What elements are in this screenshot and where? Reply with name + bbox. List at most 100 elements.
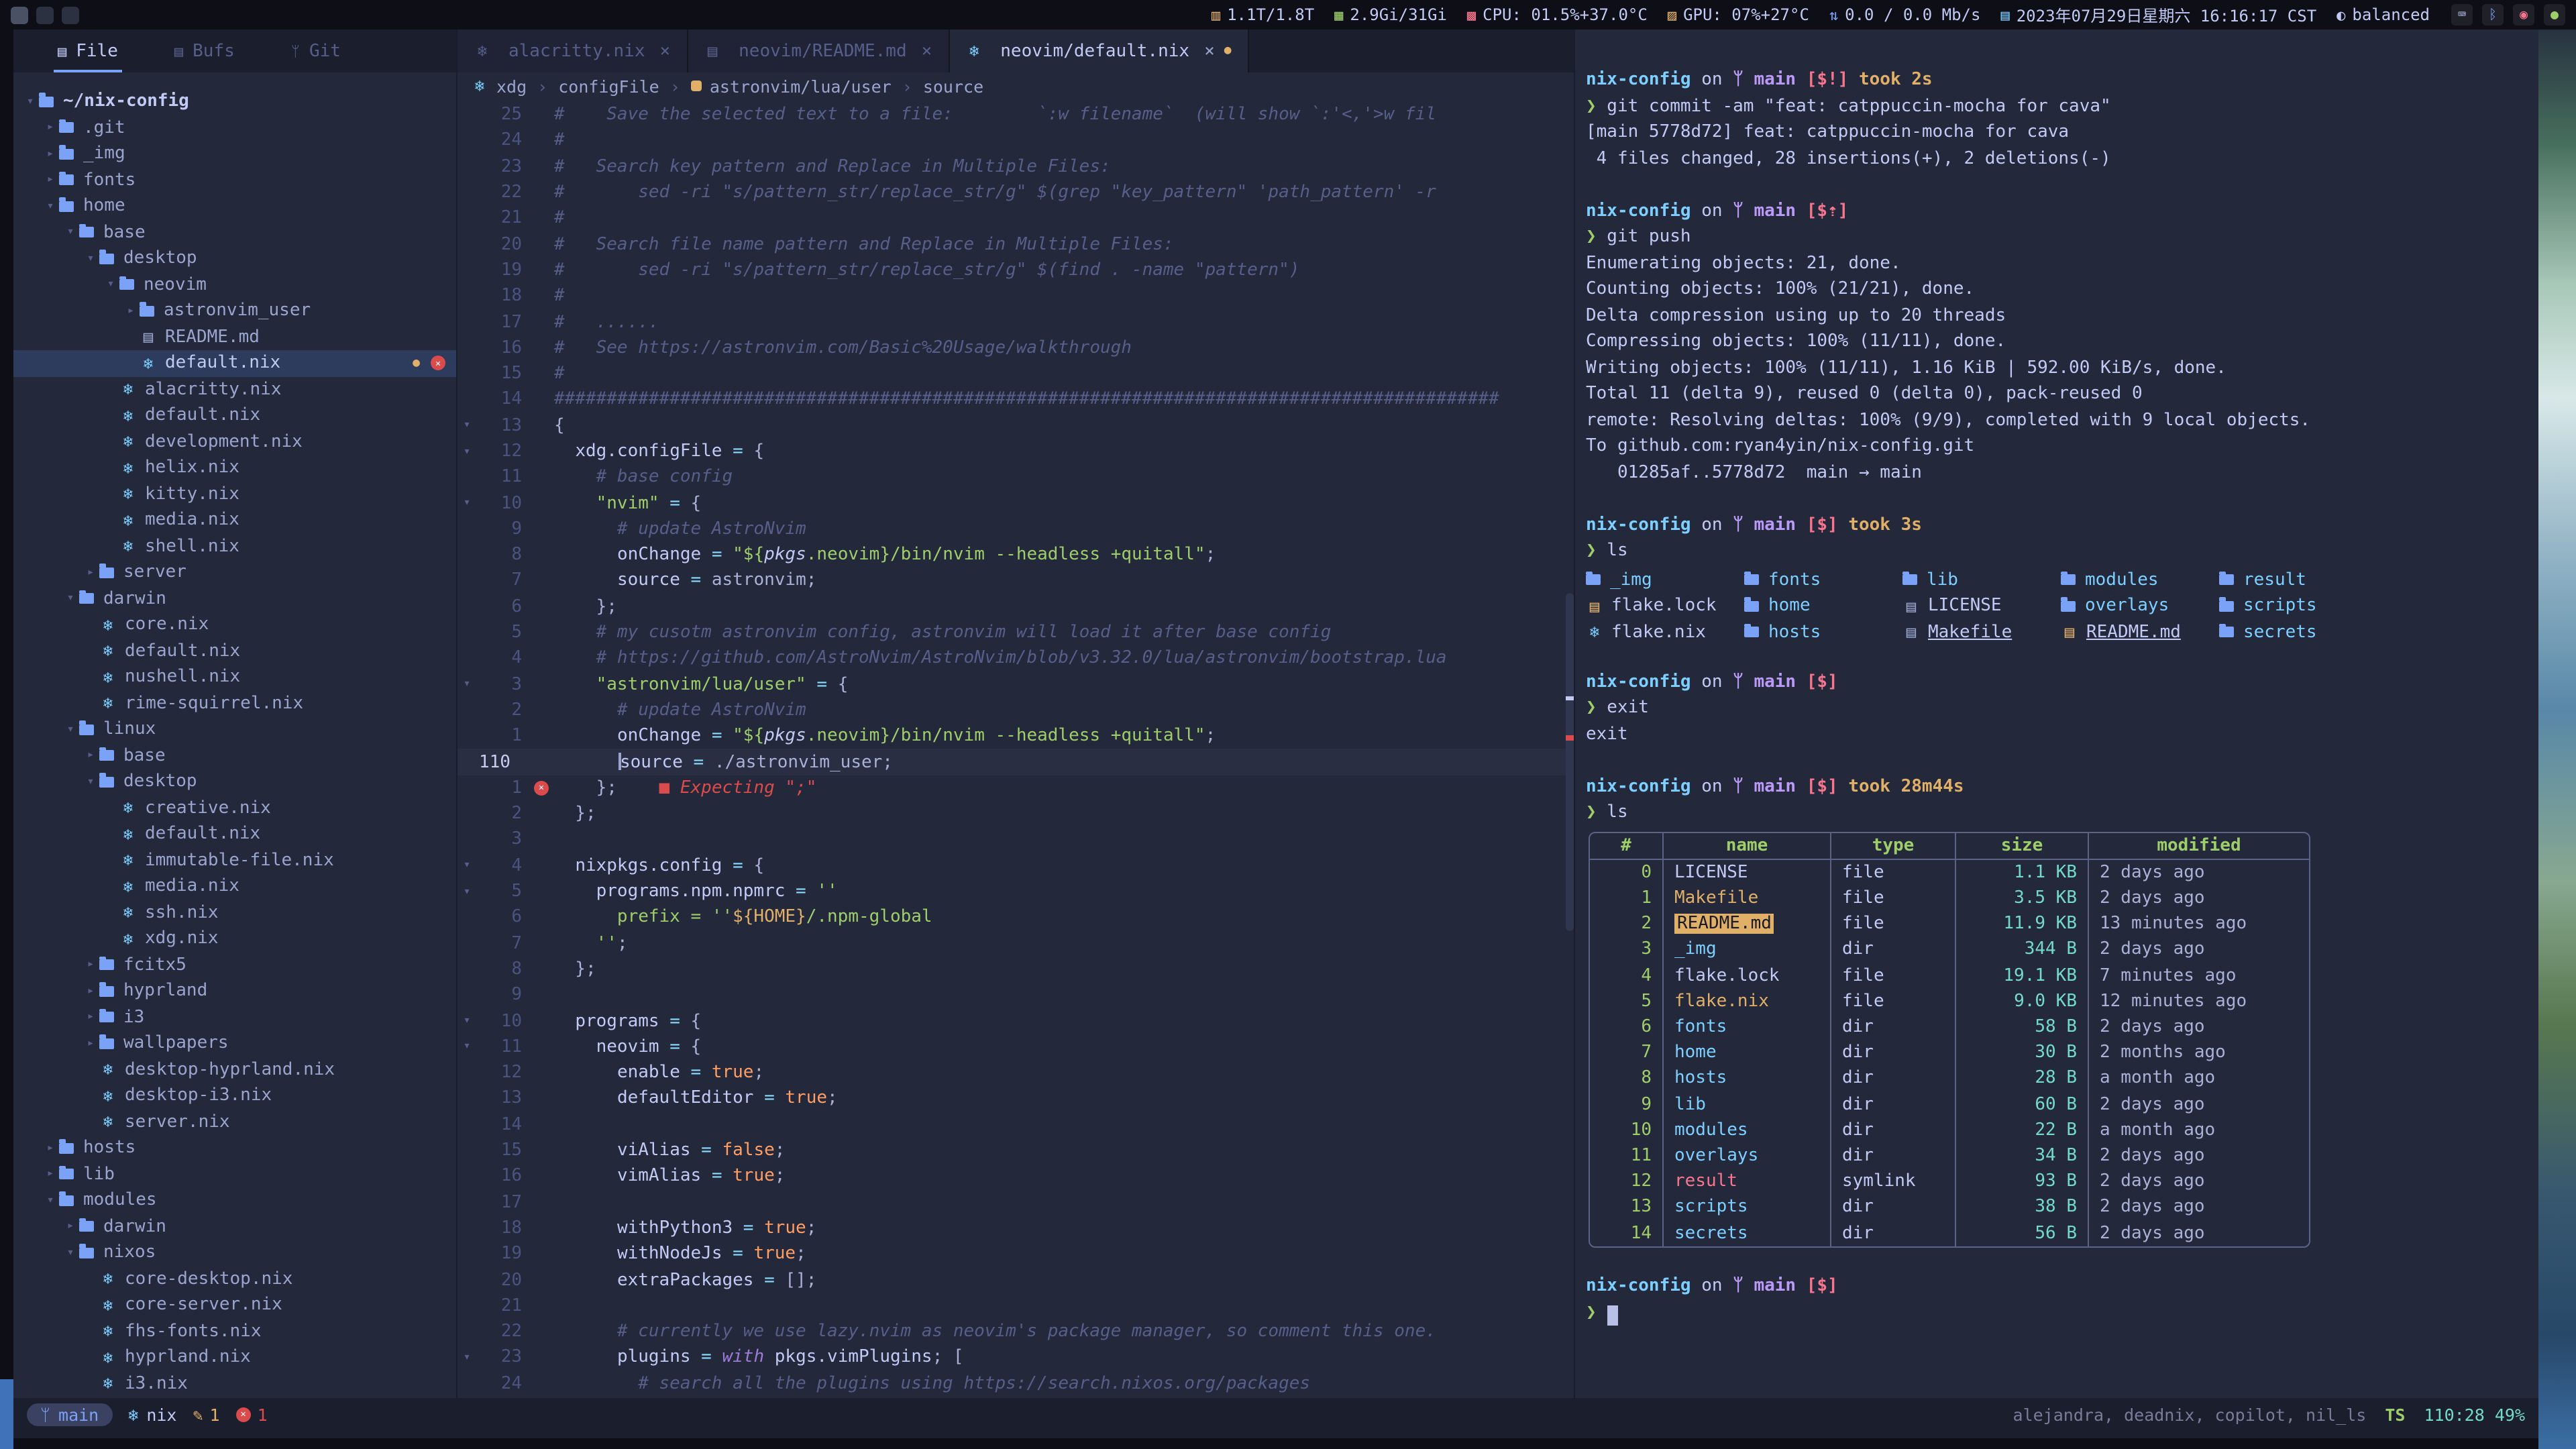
breadcrumb-item-astronvim-lua-user[interactable]: astronvim/lua/user xyxy=(691,76,892,96)
tree-item-media-nix[interactable]: ❄media.nix xyxy=(13,507,456,533)
tree-item-readme-md[interactable]: ▤README.md xyxy=(13,324,456,350)
tree-item-base[interactable]: ▸base xyxy=(13,743,456,769)
tree-item-kitty-nix[interactable]: ❄kitty.nix xyxy=(13,481,456,507)
nix-file-icon: ❄ xyxy=(99,1061,117,1079)
buffer-tab-neovim-default-nix[interactable]: ❄neovim/default.nix×● xyxy=(949,30,1248,72)
tree-item-creative-nix[interactable]: ❄creative.nix xyxy=(13,795,456,821)
tree-item-nix-config[interactable]: ▾~/nix-config xyxy=(13,89,456,115)
table-row: 7homedir30 B2 months ago xyxy=(1590,1040,2309,1065)
tree-item-server[interactable]: ▸server xyxy=(13,559,456,586)
window-button-1[interactable] xyxy=(11,6,28,23)
tree-expander-icon: ▸ xyxy=(62,1220,79,1234)
tree-item-default-nix[interactable]: ❄default.nix xyxy=(13,402,456,429)
status-icon[interactable]: ● xyxy=(2544,4,2565,25)
tree-item-astronvim-user[interactable]: ▸astronvim_user xyxy=(13,298,456,324)
tree-item-nixos[interactable]: ▾nixos xyxy=(13,1240,456,1266)
close-icon[interactable]: × xyxy=(660,41,671,61)
tree-item-media-nix[interactable]: ❄media.nix xyxy=(13,873,456,900)
tree-item-xdg-nix[interactable]: ❄xdg.nix xyxy=(13,926,456,952)
tree-tab-bufs[interactable]: ▤Bufs xyxy=(170,30,239,72)
editor-line: ▾23 plugins = with pkgs.vimPlugins; [ xyxy=(458,1345,1574,1371)
tree-item-darwin[interactable]: ▸darwin xyxy=(13,1214,456,1240)
tree-item-core-nix[interactable]: ❄core.nix xyxy=(13,612,456,638)
tree-item-development-nix[interactable]: ❄development.nix xyxy=(13,429,456,455)
git-branch-segment[interactable]: ᛘmain xyxy=(27,1403,112,1426)
tree-item-default-nix[interactable]: ❄default.nix xyxy=(13,638,456,664)
nix-file-icon: ❄ xyxy=(119,380,137,399)
tree-item-modules[interactable]: ▾modules xyxy=(13,1187,456,1214)
tree-item-default-nix[interactable]: ❄default.nix●✕ xyxy=(13,350,456,376)
tree-item-fhs-fonts-nix[interactable]: ❄fhs-fonts.nix xyxy=(13,1318,456,1344)
tree-item-core-desktop-nix[interactable]: ❄core-desktop.nix xyxy=(13,1266,456,1292)
window-buttons xyxy=(11,6,79,23)
tree-item-nushell-nix[interactable]: ❄nushell.nix xyxy=(13,664,456,690)
line-number: 5 xyxy=(476,623,534,643)
tree-item-base[interactable]: ▾base xyxy=(13,219,456,246)
tree-item-alacritty-nix[interactable]: ❄alacritty.nix xyxy=(13,376,456,402)
tree-item-darwin[interactable]: ▾darwin xyxy=(13,586,456,612)
tree-item-desktop[interactable]: ▾desktop xyxy=(13,246,456,272)
breadcrumb-item-source[interactable]: source xyxy=(923,76,983,96)
folder-icon xyxy=(59,123,74,133)
folder-icon xyxy=(2219,601,2234,612)
tree-item-hosts[interactable]: ▸hosts xyxy=(13,1135,456,1161)
terminal-line: ❯ git push xyxy=(1586,227,2538,253)
folder-icon xyxy=(119,280,134,290)
breadcrumb-item-configfile[interactable]: configFile xyxy=(558,76,659,96)
tree-item-immutable-file-nix[interactable]: ❄immutable-file.nix xyxy=(13,847,456,873)
tree-item-home[interactable]: ▾home xyxy=(13,193,456,219)
neo-tree-panel[interactable]: ▤File▤BufsᛘGit ▾~/nix-config▸.git▸_img▸f… xyxy=(13,30,458,1398)
line-number: 7 xyxy=(476,571,534,591)
editor-scrollbar[interactable] xyxy=(1566,99,1574,1398)
tree-item-default-nix[interactable]: ❄default.nix xyxy=(13,821,456,847)
tree-item-hyprland-nix[interactable]: ❄hyprland.nix xyxy=(13,1344,456,1371)
breadcrumb-item-xdg[interactable]: ❄xdg xyxy=(471,76,527,96)
tree-item-rime-squirrel-nix[interactable]: ❄rime-squirrel.nix xyxy=(13,690,456,716)
buffer-tab-alacritty-nix[interactable]: ❄alacritty.nix× xyxy=(458,30,688,72)
tree-item-git[interactable]: ▸.git xyxy=(13,115,456,141)
tree-expander-icon: ▾ xyxy=(42,1194,59,1208)
keyboard-icon[interactable]: ⌨ xyxy=(2451,4,2473,25)
editor-line: ▾13{ xyxy=(458,413,1574,439)
scrollbar-thumb[interactable] xyxy=(1566,593,1574,930)
tree-item-fonts[interactable]: ▸fonts xyxy=(13,167,456,193)
tree-item-fcitx5[interactable]: ▸fcitx5 xyxy=(13,952,456,978)
tree-item-neovim[interactable]: ▾neovim xyxy=(13,272,456,298)
terminal-line: 4 files changed, 28 insertions(+), 2 del… xyxy=(1586,148,2538,174)
editor-line: 8 onChange = "${pkgs.neovim}/bin/nvim --… xyxy=(458,542,1574,568)
bluetooth-icon[interactable]: ᛒ xyxy=(2482,4,2504,25)
tree-item-hyprland[interactable]: ▸hyprland xyxy=(13,978,456,1004)
editor-pane[interactable]: ❄alacritty.nix×▤neovim/README.md×❄neovim… xyxy=(458,30,1574,1398)
tree-item-i3[interactable]: ▸i3 xyxy=(13,1004,456,1030)
code-area[interactable]: 25# Save the selected text to a file: `:… xyxy=(458,99,1574,1398)
window-button-3[interactable] xyxy=(62,6,79,23)
tree-item-wallpapers[interactable]: ▸wallpapers xyxy=(13,1030,456,1057)
tree-item-helix-nix[interactable]: ❄helix.nix xyxy=(13,455,456,481)
tree-item-linux[interactable]: ▾linux xyxy=(13,716,456,743)
tree-item-core-server-nix[interactable]: ❄core-server.nix xyxy=(13,1292,456,1318)
tree-item-shell-nix[interactable]: ❄shell.nix xyxy=(13,533,456,559)
tree-item-lib[interactable]: ▸lib xyxy=(13,1161,456,1187)
ls-entry-result: result xyxy=(2219,567,2377,593)
folder-icon xyxy=(1744,575,1759,586)
buffer-tab-neovim-readme-md[interactable]: ▤neovim/README.md× xyxy=(688,30,949,72)
tree-item-i3-nix[interactable]: ❄i3.nix xyxy=(13,1371,456,1397)
tree-item-desktop-hyprland-nix[interactable]: ❄desktop-hyprland.nix xyxy=(13,1057,456,1083)
tree-item-desktop[interactable]: ▾desktop xyxy=(13,769,456,795)
neotree-list[interactable]: ▾~/nix-config▸.git▸_img▸fonts▾home▾base▾… xyxy=(13,72,456,1398)
terminal-pane[interactable]: nix-config on ᛘ main [$!] took 2s❯ git c… xyxy=(1574,30,2538,1398)
window-button-2[interactable] xyxy=(36,6,54,23)
tree-item-ssh-nix[interactable]: ❄ssh.nix xyxy=(13,900,456,926)
tree-item-server-nix[interactable]: ❄server.nix xyxy=(13,1109,456,1135)
datetime-icon: ▤ xyxy=(2000,6,2009,23)
tree-item-desktop-i3-nix[interactable]: ❄desktop-i3.nix xyxy=(13,1083,456,1109)
line-number: 17 xyxy=(476,312,534,332)
tree-item-img[interactable]: ▸_img xyxy=(13,141,456,167)
tree-tab-file[interactable]: ▤File xyxy=(54,30,122,72)
table-header-type: type xyxy=(1831,833,1956,859)
record-icon[interactable]: ◉ xyxy=(2513,4,2534,25)
tree-tab-git[interactable]: ᛘGit xyxy=(287,30,345,72)
close-icon[interactable]: × xyxy=(1204,41,1215,61)
close-icon[interactable]: × xyxy=(922,41,932,61)
editor-line: 14 xyxy=(458,1112,1574,1138)
